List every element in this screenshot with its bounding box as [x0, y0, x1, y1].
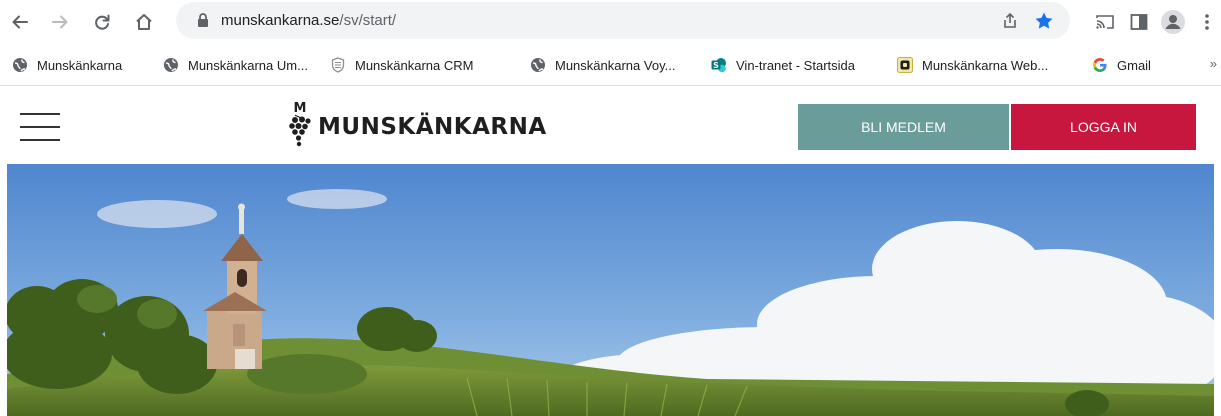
bookmark-item[interactable]: Munskänkarna Voy... — [530, 54, 675, 76]
bookmark-label: Munskänkarna Web... — [922, 57, 1049, 73]
bookmark-label: Munskänkarna — [37, 57, 123, 73]
bookmark-item[interactable]: Gmail — [1092, 54, 1151, 76]
share-icon[interactable] — [999, 10, 1021, 32]
logo-initial: M — [294, 101, 307, 116]
bookmark-label: Munskänkarna CRM — [355, 57, 474, 73]
vineyard-chapel-photo — [7, 164, 1214, 416]
google-icon — [1092, 57, 1108, 73]
globe-icon — [12, 57, 28, 73]
more-menu-icon[interactable] — [1195, 6, 1219, 38]
home-icon[interactable] — [128, 6, 160, 38]
globe-icon — [163, 57, 179, 73]
side-panel-icon[interactable] — [1123, 6, 1155, 38]
site-header: M MUNSKÄNKARNA BLI MEDLEM LOGGA IN — [0, 87, 1221, 164]
browser-toolbar: munskankarna.se/sv/start/ — [0, 0, 1221, 44]
bookmarks-overflow-button[interactable]: » — [1210, 56, 1217, 71]
bookmark-label: Gmail — [1117, 57, 1151, 73]
url-path: /sv/start/ — [339, 12, 397, 29]
bookmark-item[interactable]: Munskänkarna — [12, 54, 122, 76]
hero-image — [7, 164, 1214, 416]
bookmark-star-icon[interactable] — [1033, 10, 1055, 32]
bookmark-item[interactable]: S Vin-tranet - Startsida — [711, 54, 855, 76]
site-logo[interactable]: M MUNSKÄNKARNA — [286, 99, 547, 149]
cast-icon[interactable] — [1089, 6, 1121, 38]
profile-avatar-icon[interactable] — [1157, 6, 1189, 38]
bookmark-label: Vin-tranet - Startsida — [736, 57, 855, 73]
become-member-button[interactable]: BLI MEDLEM — [798, 104, 1009, 150]
bookmarks-bar: Munskänkarna Munskänkarna Um... Munskänk… — [0, 44, 1221, 86]
forward-arrow-icon[interactable] — [44, 6, 76, 38]
bookmark-item[interactable]: Munskänkarna Um... — [163, 54, 308, 76]
web-app-icon — [897, 57, 913, 73]
bookmark-label: Munskänkarna Um... — [188, 57, 308, 73]
grape-logo-icon: M — [289, 101, 311, 147]
address-bar[interactable]: munskankarna.se/sv/start/ — [176, 2, 1070, 39]
login-button[interactable]: LOGGA IN — [1011, 104, 1196, 150]
reload-icon[interactable] — [86, 6, 118, 38]
bookmark-item[interactable]: Munskänkarna CRM — [330, 54, 474, 76]
back-arrow-icon[interactable] — [4, 6, 36, 38]
crm-shield-icon — [330, 57, 346, 73]
svg-text:S: S — [713, 61, 719, 70]
globe-icon — [530, 57, 546, 73]
url-host: munskankarna.se — [221, 12, 340, 29]
bookmark-item[interactable]: Munskänkarna Web... — [897, 54, 1048, 76]
sharepoint-icon: S — [711, 57, 727, 73]
bookmark-label: Munskänkarna Voy... — [555, 57, 676, 73]
hamburger-menu-icon[interactable] — [20, 113, 60, 141]
lock-icon[interactable] — [197, 13, 209, 33]
logo-text: MUNSKÄNKARNA — [318, 114, 547, 140]
url-text[interactable]: munskankarna.se/sv/start/ — [221, 2, 396, 39]
